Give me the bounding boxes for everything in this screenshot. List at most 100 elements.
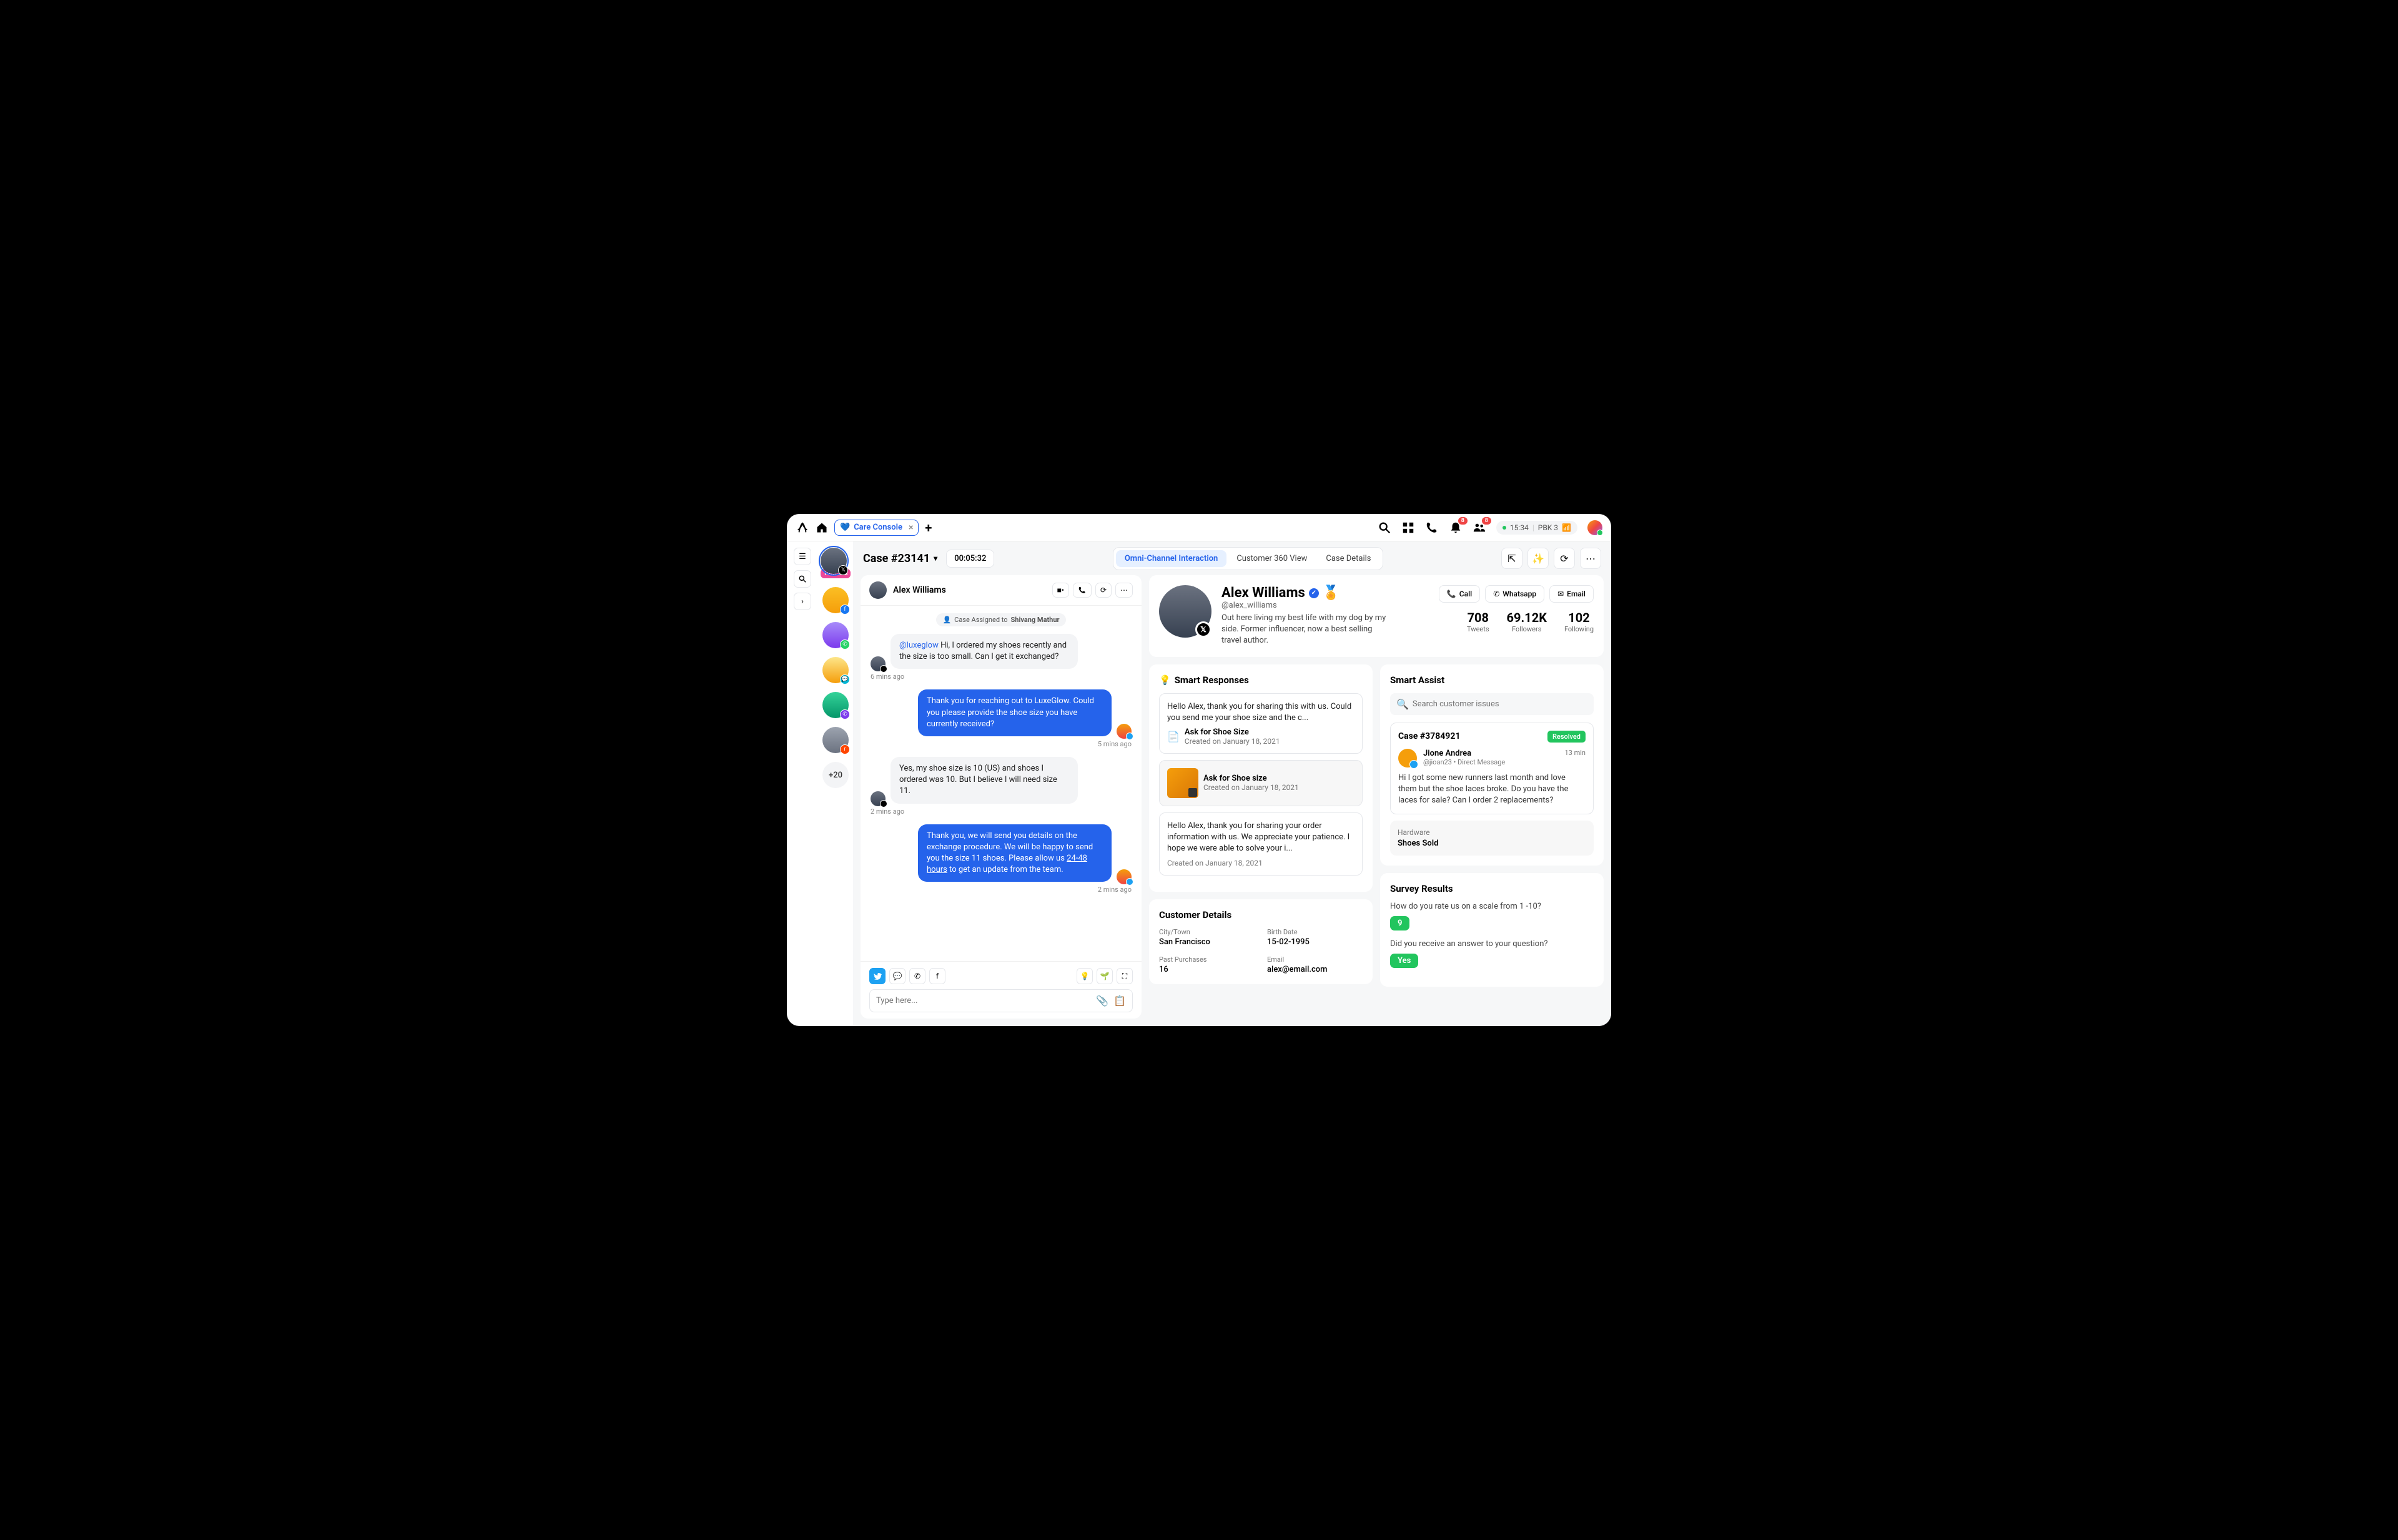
more-conversations[interactable]: +20 [822,762,849,788]
voice-call-icon[interactable] [1073,583,1092,598]
msg-in: @luxeglow Hi, I ordered my shoes recentl… [891,634,1078,669]
conversation-avatar[interactable]: r [822,727,849,753]
channel-whatsapp-icon[interactable]: ✆ [909,968,925,984]
msg-avatar [1117,869,1132,884]
more-icon[interactable]: ⋯ [1580,548,1601,569]
note-icon[interactable]: 📋 [1113,995,1126,1007]
smart-responses-card: 💡Smart Responses Hello Alex, thank you f… [1149,664,1373,892]
workspace-tab[interactable]: 💙 Care Console × [834,520,919,536]
channel-facebook-icon[interactable]: f [929,968,945,984]
user-avatar[interactable] [1587,520,1602,535]
profile-card: 𝕏 Alex Williams✓🏅 @alex_williams Out her… [1149,575,1604,657]
search-icon[interactable] [1378,521,1391,535]
profile-name: Alex Williams✓🏅 [1221,585,1429,601]
email-button[interactable]: ✉ Email [1549,585,1594,603]
app-logo [796,521,809,535]
wand-icon[interactable]: ✨ [1527,548,1549,569]
msg-ts: 2 mins ago [871,886,1132,894]
status-pill[interactable]: 15:34 | PBK 3 📶 [1496,521,1577,535]
bell-badge: 8 [1458,517,1468,525]
conversation-avatar[interactable]: ✆ [822,622,849,648]
attach-icon[interactable]: 📎 [1096,995,1108,1007]
chevron-right-icon[interactable]: › [794,593,811,610]
chat-header: Alex Williams ■• ⟳ ⋯ [861,575,1142,606]
message-input-box: 📎 📋 [869,989,1133,1012]
close-tab-icon[interactable]: × [909,523,913,533]
status-time: 15:34 [1510,523,1529,532]
survey-answer: Yes [1390,954,1418,968]
conversation-rail: 𝕏 10m 32s f ✆ 💬 ✆ r +20 [818,541,853,1026]
tab-label: Care Console [854,523,902,532]
profile-avatar: 𝕏 [1159,585,1211,638]
msg-ts: 5 mins ago [871,740,1132,748]
phone-icon[interactable] [1425,521,1439,535]
doc-icon: 📄 [1167,731,1180,743]
refresh-icon[interactable]: ⟳ [1554,548,1575,569]
conversation-avatar[interactable]: 💬 [822,657,849,683]
customer-details-card: Customer Details City/TownSan Francisco … [1149,899,1373,984]
message-input[interactable] [876,996,1091,1005]
response-item[interactable]: Ask for Shoe sizeCreated on January 18, … [1159,760,1363,806]
whatsapp-button[interactable]: ✆ Whatsapp [1485,585,1544,603]
whatsapp-source-icon: ✆ [840,639,850,649]
tab-360[interactable]: Customer 360 View [1228,550,1316,567]
chat-avatar [869,581,887,599]
search-icon: 🔍 [1396,698,1409,710]
status-badge: Resolved [1547,731,1586,743]
layout-icon[interactable]: ⇱ [1501,548,1522,569]
profile-handle: @alex_williams [1221,601,1429,610]
rail-search-icon[interactable] [794,570,811,588]
chat-panel: Alex Williams ■• ⟳ ⋯ 👤Case Assigned to S… [861,575,1142,1019]
call-button[interactable]: 📞 Call [1439,585,1480,603]
video-call-icon[interactable]: ■• [1052,583,1069,598]
facebook-source-icon: f [840,605,850,615]
msg-avatar [1117,724,1132,739]
bulb-icon[interactable]: 💡 [1077,968,1093,984]
response-item[interactable]: Hello Alex, thank you for sharing your o… [1159,812,1363,876]
assist-case[interactable]: Case #3784921Resolved Jione Andrea@jioan… [1390,723,1594,815]
assist-search-input[interactable] [1413,699,1587,709]
viber-source-icon: ✆ [840,709,850,719]
chat-more-icon[interactable]: ⋯ [1115,583,1133,598]
people-icon[interactable]: 8 [1473,521,1486,535]
tab-details[interactable]: Case Details [1317,550,1379,567]
menu-icon[interactable]: ☰ [794,548,811,565]
chevron-down-icon[interactable]: ▾ [934,554,937,563]
view-tabs: Omni-Channel Interaction Customer 360 Vi… [1113,547,1383,570]
channel-twitter-icon[interactable] [869,968,886,984]
msg-avatar [871,791,886,806]
status-dot [1502,526,1506,530]
response-item[interactable]: Hello Alex, thank you for sharing this w… [1159,693,1363,754]
message-source-icon: 💬 [840,674,850,684]
apps-icon[interactable] [1401,521,1415,535]
channel-sms-icon[interactable]: 💬 [889,968,905,984]
expand-icon[interactable]: ⛶ [1117,968,1133,984]
conversation-avatar[interactable]: ✆ [822,692,849,718]
wifi-icon: 📶 [1562,523,1571,532]
medal-icon: 🏅 [1323,585,1340,601]
case-bar: Case #23141 ▾ 00:05:32 Omni-Channel Inte… [853,541,1611,575]
survey-card: Survey Results How do you rate us on a s… [1380,873,1604,987]
composer: 💬 ✆ f 💡 🌱 ⛶ 📎 📋 [861,961,1142,1019]
leaf-icon[interactable]: 🌱 [1097,968,1113,984]
msg-in: Yes, my shoe size is 10 (US) and shoes I… [891,757,1078,804]
card-title: Survey Results [1390,883,1594,894]
assist-search: 🔍 [1390,693,1594,715]
bell-icon[interactable]: 8 [1449,521,1463,535]
refresh-chat-icon[interactable]: ⟳ [1095,583,1112,598]
add-tab-button[interactable]: + [925,520,932,535]
status-workspace: PBK 3 [1538,523,1558,532]
case-timer: 00:05:32 [946,550,994,568]
msg-ts: 6 mins ago [871,673,1132,681]
msg-avatar [871,656,886,671]
chat-body: 👤Case Assigned to Shivang Mathur @luxegl… [861,606,1142,961]
conversation-avatar-active[interactable]: 𝕏 [821,548,847,574]
conversation-avatar[interactable]: f [822,587,849,613]
profile-stats: 708Tweets 69.12KFollowers 102Following [1439,610,1594,633]
profile-bio: Out here living my best life with my dog… [1221,613,1390,647]
case-title[interactable]: Case #23141 ▾ [863,552,937,565]
home-icon[interactable] [816,521,828,534]
tab-omni[interactable]: Omni-Channel Interaction [1116,550,1226,567]
card-title: 💡Smart Responses [1159,674,1363,686]
user-icon: 👤 [942,616,951,624]
